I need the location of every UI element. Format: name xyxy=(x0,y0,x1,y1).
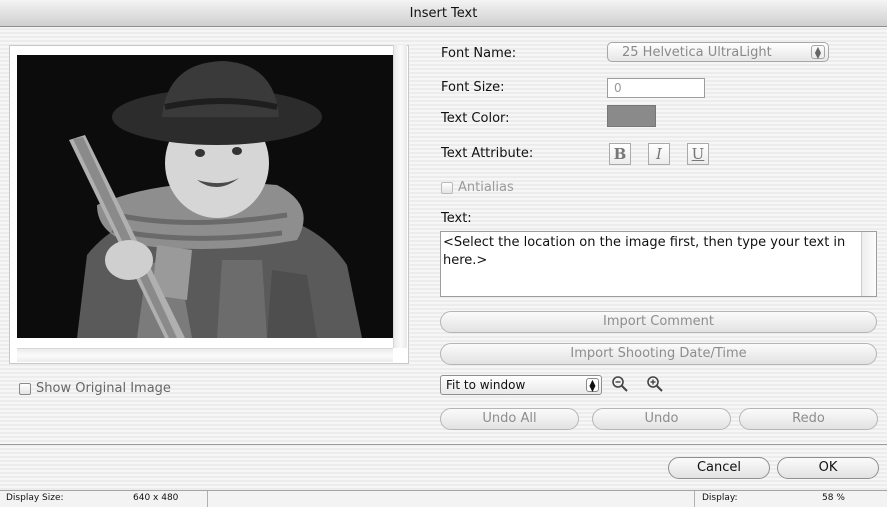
undo-all-button[interactable]: Undo All xyxy=(440,408,579,430)
select-arrows-icon: ▲ ▼ xyxy=(586,378,599,393)
text-label: Text: xyxy=(441,211,472,226)
text-attribute-label: Text Attribute: xyxy=(441,146,534,161)
text-color-label: Text Color: xyxy=(441,111,510,126)
footer-divider xyxy=(0,444,887,445)
zoom-select-value: Fit to window xyxy=(446,378,526,392)
antialias-checkbox[interactable] xyxy=(441,181,453,194)
text-input-area[interactable]: <Select the location on the image first,… xyxy=(440,231,877,297)
text-input-value: <Select the location on the image first,… xyxy=(443,235,846,268)
bold-button[interactable]: B xyxy=(609,143,631,165)
import-comment-button[interactable]: Import Comment xyxy=(440,311,877,333)
window-title: Insert Text xyxy=(409,5,478,21)
zoom-out-icon[interactable] xyxy=(611,375,629,393)
display-label: Display: xyxy=(702,493,738,503)
undo-button[interactable]: Undo xyxy=(592,408,731,430)
italic-button[interactable]: I xyxy=(648,143,670,165)
antialias-option[interactable]: Antialias xyxy=(441,180,514,195)
font-name-value: 25 Helvetica UltraLight xyxy=(622,45,772,60)
preview-photo xyxy=(17,55,393,338)
ok-button[interactable]: OK xyxy=(777,457,879,479)
window-titlebar: Insert Text xyxy=(0,0,887,27)
preview-vertical-scrollbar[interactable] xyxy=(393,45,407,348)
underline-button[interactable]: U xyxy=(687,143,709,165)
status-separator xyxy=(694,491,695,507)
redo-button[interactable]: Redo xyxy=(739,408,878,430)
font-size-field[interactable]: 0 xyxy=(607,78,705,98)
show-original-label: Show Original Image xyxy=(36,381,171,396)
display-value: 58 % xyxy=(822,493,845,503)
font-name-label: Font Name: xyxy=(441,46,517,61)
import-shooting-date-button[interactable]: Import Shooting Date/Time xyxy=(440,343,877,365)
image-preview[interactable] xyxy=(17,55,393,338)
zoom-select[interactable]: Fit to window ▲ ▼ xyxy=(440,375,602,395)
text-color-swatch[interactable] xyxy=(607,105,656,127)
status-bar: Display Size: 640 x 480 Display: 58 % xyxy=(0,490,887,507)
status-separator xyxy=(207,491,208,507)
show-original-checkbox[interactable] xyxy=(19,382,31,395)
preview-horizontal-scrollbar[interactable] xyxy=(17,348,393,362)
font-size-label: Font Size: xyxy=(441,80,505,95)
text-area-scrollbar[interactable] xyxy=(861,232,876,296)
cancel-button[interactable]: Cancel xyxy=(668,457,770,479)
zoom-in-icon[interactable] xyxy=(646,375,664,393)
font-name-select[interactable]: 25 Helvetica UltraLight ▲ ▼ xyxy=(607,42,829,62)
show-original-option[interactable]: Show Original Image xyxy=(19,381,171,396)
display-size-value: 640 x 480 xyxy=(133,493,179,503)
popup-arrows-icon: ▲ ▼ xyxy=(811,45,825,60)
antialias-label: Antialias xyxy=(458,180,514,195)
display-size-label: Display Size: xyxy=(6,493,64,503)
